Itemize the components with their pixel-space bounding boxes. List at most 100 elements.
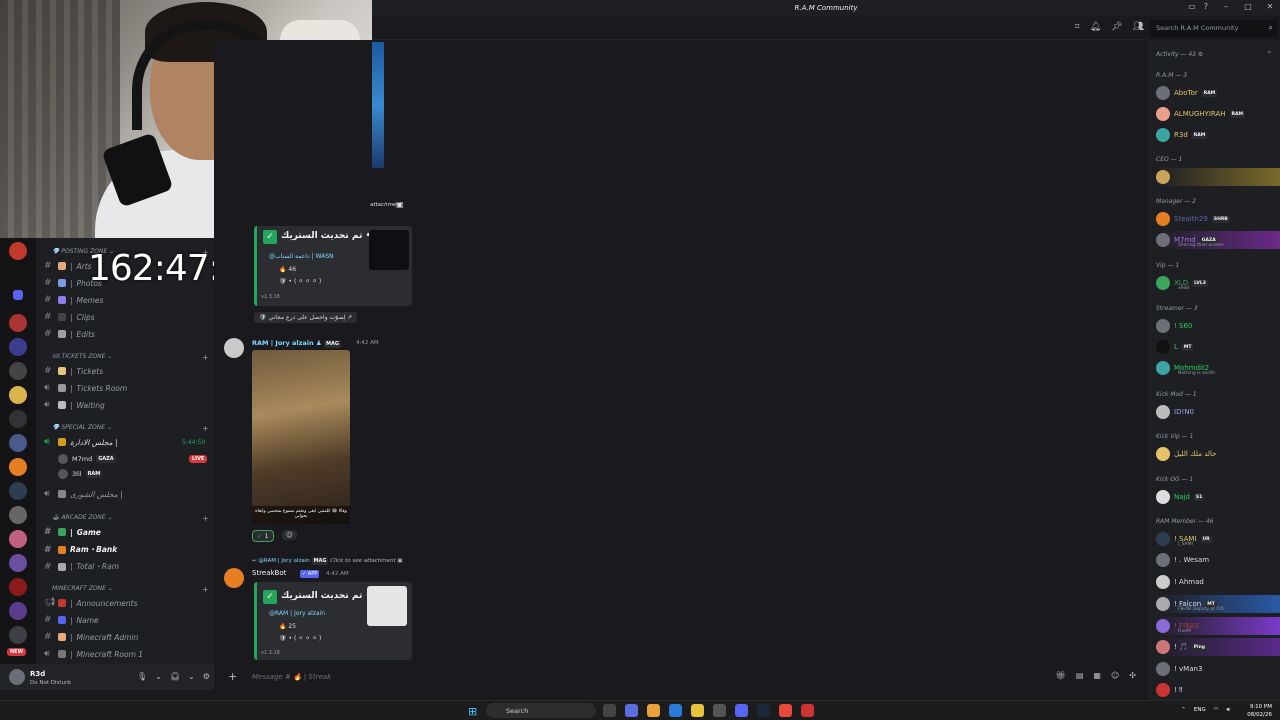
add-channel-icon[interactable]: + [202,585,209,594]
gif-icon[interactable]: ▤ [1076,671,1084,680]
bot-name[interactable]: StreakBot [252,569,286,577]
app-icon[interactable] [801,704,814,717]
member-item[interactable]: M7md GAZA Sharing their screen [1156,231,1280,249]
channel-name[interactable]: # | Name [44,615,99,625]
message-photo[interactable]: وقالا 😂 كلمتني ابغى ونختم مشوع شخصي وابغ… [252,350,350,524]
member-item[interactable]: Najd S1 [1156,488,1280,506]
server-icon[interactable] [9,626,27,644]
close-icon[interactable]: ✕ [1266,2,1274,11]
category-minecraft-zone[interactable]: MINECRAFT ZONE ⌄ + [52,585,209,594]
collapse-icon[interactable]: ⌃ [1266,50,1273,59]
member-item[interactable]: ! vMan3 [1156,660,1280,678]
outlook-icon[interactable] [669,704,682,717]
member-item[interactable]: خالد ملك الليل [1156,445,1280,463]
server-icon[interactable] [9,554,27,572]
activity-header[interactable]: Activity — 43 ⚙ [1156,51,1203,58]
steam-icon[interactable] [757,704,770,717]
member-item[interactable]: ! Falcon MT FB-0B Deputy of CIA [1156,595,1280,613]
channel-edits[interactable]: # | Edits [44,329,95,339]
channel-announcements[interactable]: 📢︎ | Announcements [44,598,138,608]
member-item[interactable]: ! SAMI UR I_SAMI [1156,530,1280,548]
file-explorer-icon[interactable] [691,704,704,717]
maximize-icon[interactable]: □ [1244,2,1252,11]
pin-icon[interactable]: 📌︎ [1111,22,1122,32]
channel-majlis-shura[interactable]: 🔊︎ مجلس الشورى | [44,489,123,499]
add-attachment-icon[interactable]: + [228,670,237,683]
avatar[interactable] [224,338,244,358]
reaction-button[interactable]: ✓ 1 [252,530,274,542]
server-icon[interactable] [9,434,27,452]
store-icon[interactable] [713,704,726,717]
bot-avatar[interactable] [224,568,244,588]
channel-minecraft-room[interactable]: 🔊︎ | Minecraft Room 1 [44,649,143,659]
add-channel-icon[interactable]: + [202,514,209,523]
wifi-icon[interactable]: ◠ [1214,707,1219,714]
task-view-icon[interactable] [603,704,616,717]
sticker-icon[interactable]: ▦ [1093,671,1101,680]
channel-tickets[interactable]: # | Tickets [44,366,103,376]
gift-icon[interactable]: 🎁︎ [1056,671,1066,680]
inbox-icon[interactable]: ▭ [1188,2,1196,11]
tray-chevron-icon[interactable]: ⌃ [1181,707,1186,714]
channel-majlis-admin[interactable]: 🔊︎ مجلس الادارة | [44,437,118,447]
member-item[interactable]: ID!N0 [1156,403,1280,421]
channel-arts[interactable]: # | Arts [44,261,92,271]
apps-icon[interactable]: ✣ [1129,671,1136,680]
minimize-icon[interactable]: – [1222,2,1230,11]
category-tickets-zone[interactable]: 🎟 TICKETS ZONE ⌄ + [52,353,209,362]
server-icon[interactable] [9,410,27,428]
member-item[interactable]: ! ‼ [1156,681,1280,699]
windows-start-icon[interactable]: ⊞ [468,705,480,718]
channel-game[interactable]: # | Game [44,527,101,537]
server-icon[interactable] [9,362,27,380]
app-icon[interactable] [779,704,792,717]
server-icon[interactable] [9,338,27,356]
category-arcade-zone[interactable]: 🕹 ARCADE ZONE ⌄ + [52,514,209,523]
member-item[interactable]: L MT [1156,338,1280,356]
server-icon[interactable] [9,578,27,596]
chevron-down-icon[interactable]: ⌄ [188,672,195,681]
member-item[interactable]: ! S60 [1156,317,1280,335]
emoji-icon[interactable]: ☺ [1111,671,1119,680]
add-channel-icon[interactable]: + [202,353,209,362]
reply-preview[interactable]: ↩ @RAM | Jory alzain MAG Click to see at… [252,557,403,565]
member-item[interactable]: AboTor RAM [1156,84,1280,102]
microphone-icon[interactable]: 🎙︎ [137,672,147,681]
discord-icon[interactable] [735,704,748,717]
channel-total-ram[interactable]: # | Total・Ram [44,561,119,572]
voice-user[interactable]: 3lil RAM [58,469,103,479]
embed-thumbnail[interactable] [367,586,407,626]
add-channel-icon[interactable]: + [202,424,209,433]
chrome-icon[interactable] [647,704,660,717]
members-icon[interactable]: 👥︎ [1133,22,1144,32]
taskbar-clock[interactable]: 9:10 PM 08/02/26 [1247,703,1272,719]
language-indicator[interactable]: ENG [1194,707,1206,714]
category-special-zone[interactable]: 💎 SPECIAL ZONE ⌄ + [52,424,209,433]
embed-mention[interactable]: @RAM | Jory alzain [269,610,325,617]
server-icon[interactable] [9,602,27,620]
message-author[interactable]: RAM | Jory alzain ♟ MAG [252,339,341,348]
server-icon[interactable] [9,242,27,260]
copilot-icon[interactable] [625,704,638,717]
avatar[interactable] [9,669,25,685]
channel-minecraft-admin[interactable]: # | Minecraft Admin [44,632,138,642]
volume-icon[interactable]: 🔊︎ [1227,707,1230,714]
search-input[interactable]: Search R.A.M Community ⌕ [1150,20,1278,37]
server-icon[interactable] [9,482,27,500]
member-item[interactable]: XLD LVL3 x9dd [1156,274,1280,292]
bell-icon[interactable]: 🔔︎ [1090,22,1101,32]
help-icon[interactable]: ? [1204,2,1208,11]
channel-clips[interactable]: # | Clips [44,312,95,322]
member-item[interactable]: ! 🎵 Ping [1156,638,1280,656]
member-item[interactable]: R3d RAM [1156,126,1280,144]
channel-tickets-room[interactable]: 🔊︎ | Tickets Room [44,383,127,393]
member-item[interactable] [1156,168,1280,186]
server-icon[interactable] [9,314,27,332]
server-icon[interactable] [9,458,27,476]
member-item[interactable]: ! . Wesam [1156,551,1280,569]
channel-ram-bank[interactable]: # Ram・Bank [44,544,117,555]
add-reaction-icon[interactable]: ☺ [282,530,297,540]
member-item[interactable]: ALMUGHYIRAH RAM [1156,105,1280,123]
server-icon[interactable] [9,530,27,548]
member-item[interactable]: Stealth29 SHRB [1156,210,1280,228]
